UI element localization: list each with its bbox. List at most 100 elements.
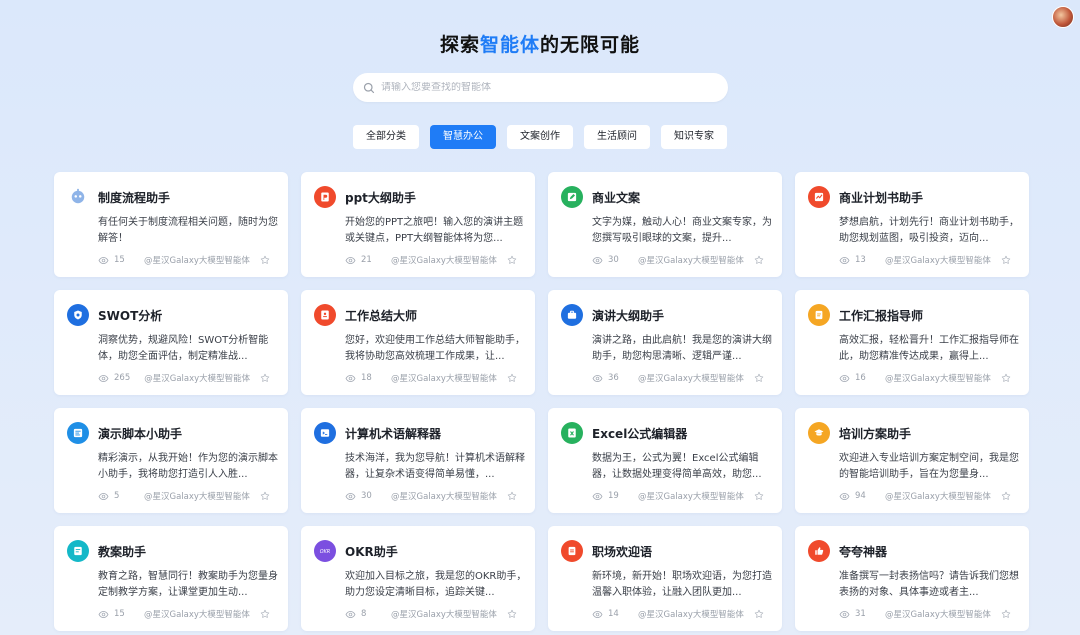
card-title: 商业文案	[592, 190, 641, 205]
card-meta: 94 @星汉Galaxy大模型智能体	[839, 490, 1011, 502]
view-count: 36	[608, 373, 619, 383]
card-meta: 36 @星汉Galaxy大模型智能体	[592, 372, 764, 384]
eye-icon	[345, 256, 356, 264]
card-author: @星汉Galaxy大模型智能体	[885, 256, 991, 266]
svg-text:OKR: OKR	[320, 549, 330, 555]
card-title: 工作总结大师	[345, 308, 418, 323]
card-title: OKR助手	[345, 544, 398, 559]
eye-icon	[98, 374, 109, 382]
agent-card[interactable]: 演示脚本小助手精彩演示，从我开始！作为您的演示脚本小助手，我将助您打造引人入胜.…	[54, 408, 288, 513]
eye-icon	[592, 492, 603, 500]
card-description: 您好，欢迎使用工作总结大师智能助手，我将协助您高效梳理工作成果，让...	[345, 335, 525, 362]
agent-card[interactable]: 制度流程助手 有任何关于制度流程相关问题，随时为您解答！ 15 @星汉Galaxy大模…	[54, 172, 288, 277]
star-icon[interactable]	[754, 373, 764, 383]
card-title: 计算机术语解释器	[345, 426, 442, 441]
agent-card[interactable]: 计算机术语解释器技术海洋，我为您导航！计算机术语解释器，让复杂术语变得简单易懂，…	[301, 408, 535, 513]
card-description: 欢迎加入目标之旅，我是您的OKR助手，助力您设定清晰目标，追踪关键...	[345, 571, 527, 598]
card-description: 高效汇报，轻松晋升！工作汇报指导师在此，助您精准传达成果，赢得上...	[839, 335, 1019, 362]
star-icon[interactable]	[1001, 491, 1011, 501]
star-icon[interactable]	[754, 609, 764, 619]
card-author: @星汉Galaxy大模型智能体	[638, 374, 744, 384]
view-count: 16	[855, 373, 866, 383]
search-bar[interactable]	[353, 73, 728, 102]
view-count: 14	[608, 609, 619, 619]
star-icon[interactable]	[507, 373, 517, 383]
card-title: 职场欢迎语	[592, 544, 653, 559]
card-header: 工作总结大师	[314, 304, 522, 326]
agent-card[interactable]: 商业计划书助手 梦想启航，计划先行！商业计划书助手，助您规划蓝图，吸引投资，迈向.…	[795, 172, 1029, 277]
clipboard-icon	[808, 304, 830, 326]
agent-card[interactable]: Excel公式编辑器 数据为王，公式为翼！Excel公式编辑器，让数据处理变得简单…	[548, 408, 782, 513]
graduation-icon	[808, 422, 830, 444]
card-author: @星汉Galaxy大模型智能体	[638, 492, 744, 502]
star-icon[interactable]	[260, 491, 270, 501]
star-icon[interactable]	[1001, 609, 1011, 619]
tab-2[interactable]: 文案创作	[507, 125, 573, 149]
star-icon[interactable]	[507, 491, 517, 501]
tab-3[interactable]: 生活顾问	[584, 125, 650, 149]
star-icon[interactable]	[507, 609, 517, 619]
tab-0[interactable]: 全部分类	[353, 125, 419, 149]
card-header: 教案助手	[67, 540, 275, 562]
eye-icon	[98, 610, 109, 618]
card-title: 工作汇报指导师	[839, 308, 924, 323]
lesson-icon	[67, 540, 89, 562]
card-description: 精彩演示，从我开始！作为您的演示脚本小助手，我将助您打造引人入胜...	[98, 453, 278, 480]
star-icon[interactable]	[260, 255, 270, 265]
agent-card[interactable]: 工作总结大师您好，欢迎使用工作总结大师智能助手，我将协助您高效梳理工作成果，让.…	[301, 290, 535, 395]
agent-card[interactable]: OKR OKR助手欢迎加入目标之旅，我是您的OKR助手，助力您设定清晰目标，追踪关…	[301, 526, 535, 631]
star-icon[interactable]	[1001, 255, 1011, 265]
user-avatar[interactable]	[1052, 6, 1074, 28]
star-icon[interactable]	[260, 609, 270, 619]
card-header: 演讲大纲助手	[561, 304, 769, 326]
agent-card[interactable]: 夸夸神器 准备撰写一封表扬信吗？请告诉我们您想表扬的对象、具体事迹或者主... 31…	[795, 526, 1029, 631]
card-header: 工作汇报指导师	[808, 304, 1016, 326]
card-title: 教案助手	[98, 544, 147, 559]
title-suffix: 的无限可能	[540, 34, 641, 56]
card-meta: 21 @星汉Galaxy大模型智能体	[345, 254, 517, 266]
card-author: @星汉Galaxy大模型智能体	[885, 492, 991, 502]
card-header: 商业计划书助手	[808, 186, 1016, 208]
star-icon[interactable]	[260, 373, 270, 383]
card-author: @星汉Galaxy大模型智能体	[144, 374, 251, 384]
search-input[interactable]	[381, 82, 701, 93]
card-description: 技术海洋，我为您导航！计算机术语解释器，让复杂术语变得简单易懂，...	[345, 453, 525, 480]
star-icon[interactable]	[754, 255, 764, 265]
card-meta: 15 @星汉Galaxy大模型智能体	[98, 608, 270, 620]
view-count: 30	[608, 255, 619, 265]
agent-card[interactable]: 工作汇报指导师高效汇报，轻松晋升！工作汇报指导师在此，助您精准传达成果，赢得上.…	[795, 290, 1029, 395]
star-icon[interactable]	[507, 255, 517, 265]
star-icon[interactable]	[754, 491, 764, 501]
card-author: @星汉Galaxy大模型智能体	[144, 610, 250, 620]
star-icon[interactable]	[1001, 373, 1011, 383]
card-header: 计算机术语解释器	[314, 422, 522, 444]
view-count: 5	[114, 491, 120, 501]
tab-4[interactable]: 知识专家	[661, 125, 727, 149]
eye-icon	[98, 256, 109, 264]
card-title: 制度流程助手	[98, 190, 171, 205]
title-prefix: 探索	[439, 34, 480, 56]
edit-icon	[561, 186, 583, 208]
card-description: 演讲之路，由此启航！我是您的演讲大纲助手，助您构思清晰、逻辑严谨...	[592, 335, 772, 362]
agent-card[interactable]: 职场欢迎语 新环境，新开始！职场欢迎语，为您打造温馨入职体验，让融入团队更加...…	[548, 526, 782, 631]
title-highlight: 智能体	[479, 34, 540, 56]
tab-1[interactable]: 智慧办公	[430, 125, 496, 149]
agent-card[interactable]: 培训方案助手 欢迎进入专业培训方案定制空间，我是您的智能培训助手，旨在为您量身..…	[795, 408, 1029, 513]
card-meta: 31 @星汉Galaxy大模型智能体	[839, 608, 1011, 620]
card-author: @星汉Galaxy大模型智能体	[391, 374, 497, 384]
agent-card[interactable]: 商业文案 文字为媒，触动人心！商业文案专家，为您撰写吸引眼球的文案，提升... 30…	[548, 172, 782, 277]
card-author: @星汉Galaxy大模型智能体	[391, 610, 497, 620]
agent-card[interactable]: SWOT分析 洞察优势，规避风险！SWOT分析智能体，助您全面评估，制定精准战..…	[54, 290, 288, 395]
agent-card[interactable]: 演讲大纲助手演讲之路，由此启航！我是您的演讲大纲助手，助您构思清晰、逻辑严谨..…	[548, 290, 782, 395]
card-title: 演示脚本小助手	[98, 426, 183, 441]
view-count: 13	[855, 255, 866, 265]
agent-card[interactable]: 教案助手 教育之路，智慧同行！教案助手为您量身定制教学方案，让课堂更加生动... 1…	[54, 526, 288, 631]
agent-card[interactable]: ppt大纲助手 开始您的PPT之旅吧！输入您的演讲主题或关键点，PPT大纲智能体将…	[301, 172, 535, 277]
view-count: 8	[361, 609, 367, 619]
card-meta: 14 @星汉Galaxy大模型智能体	[592, 608, 764, 620]
card-description: 准备撰写一封表扬信吗？请告诉我们您想表扬的对象、具体事迹或者主...	[839, 571, 1019, 598]
view-count: 15	[114, 609, 125, 619]
card-header: 制度流程助手	[67, 186, 275, 208]
view-count: 15	[114, 255, 125, 265]
view-count: 19	[608, 491, 619, 501]
